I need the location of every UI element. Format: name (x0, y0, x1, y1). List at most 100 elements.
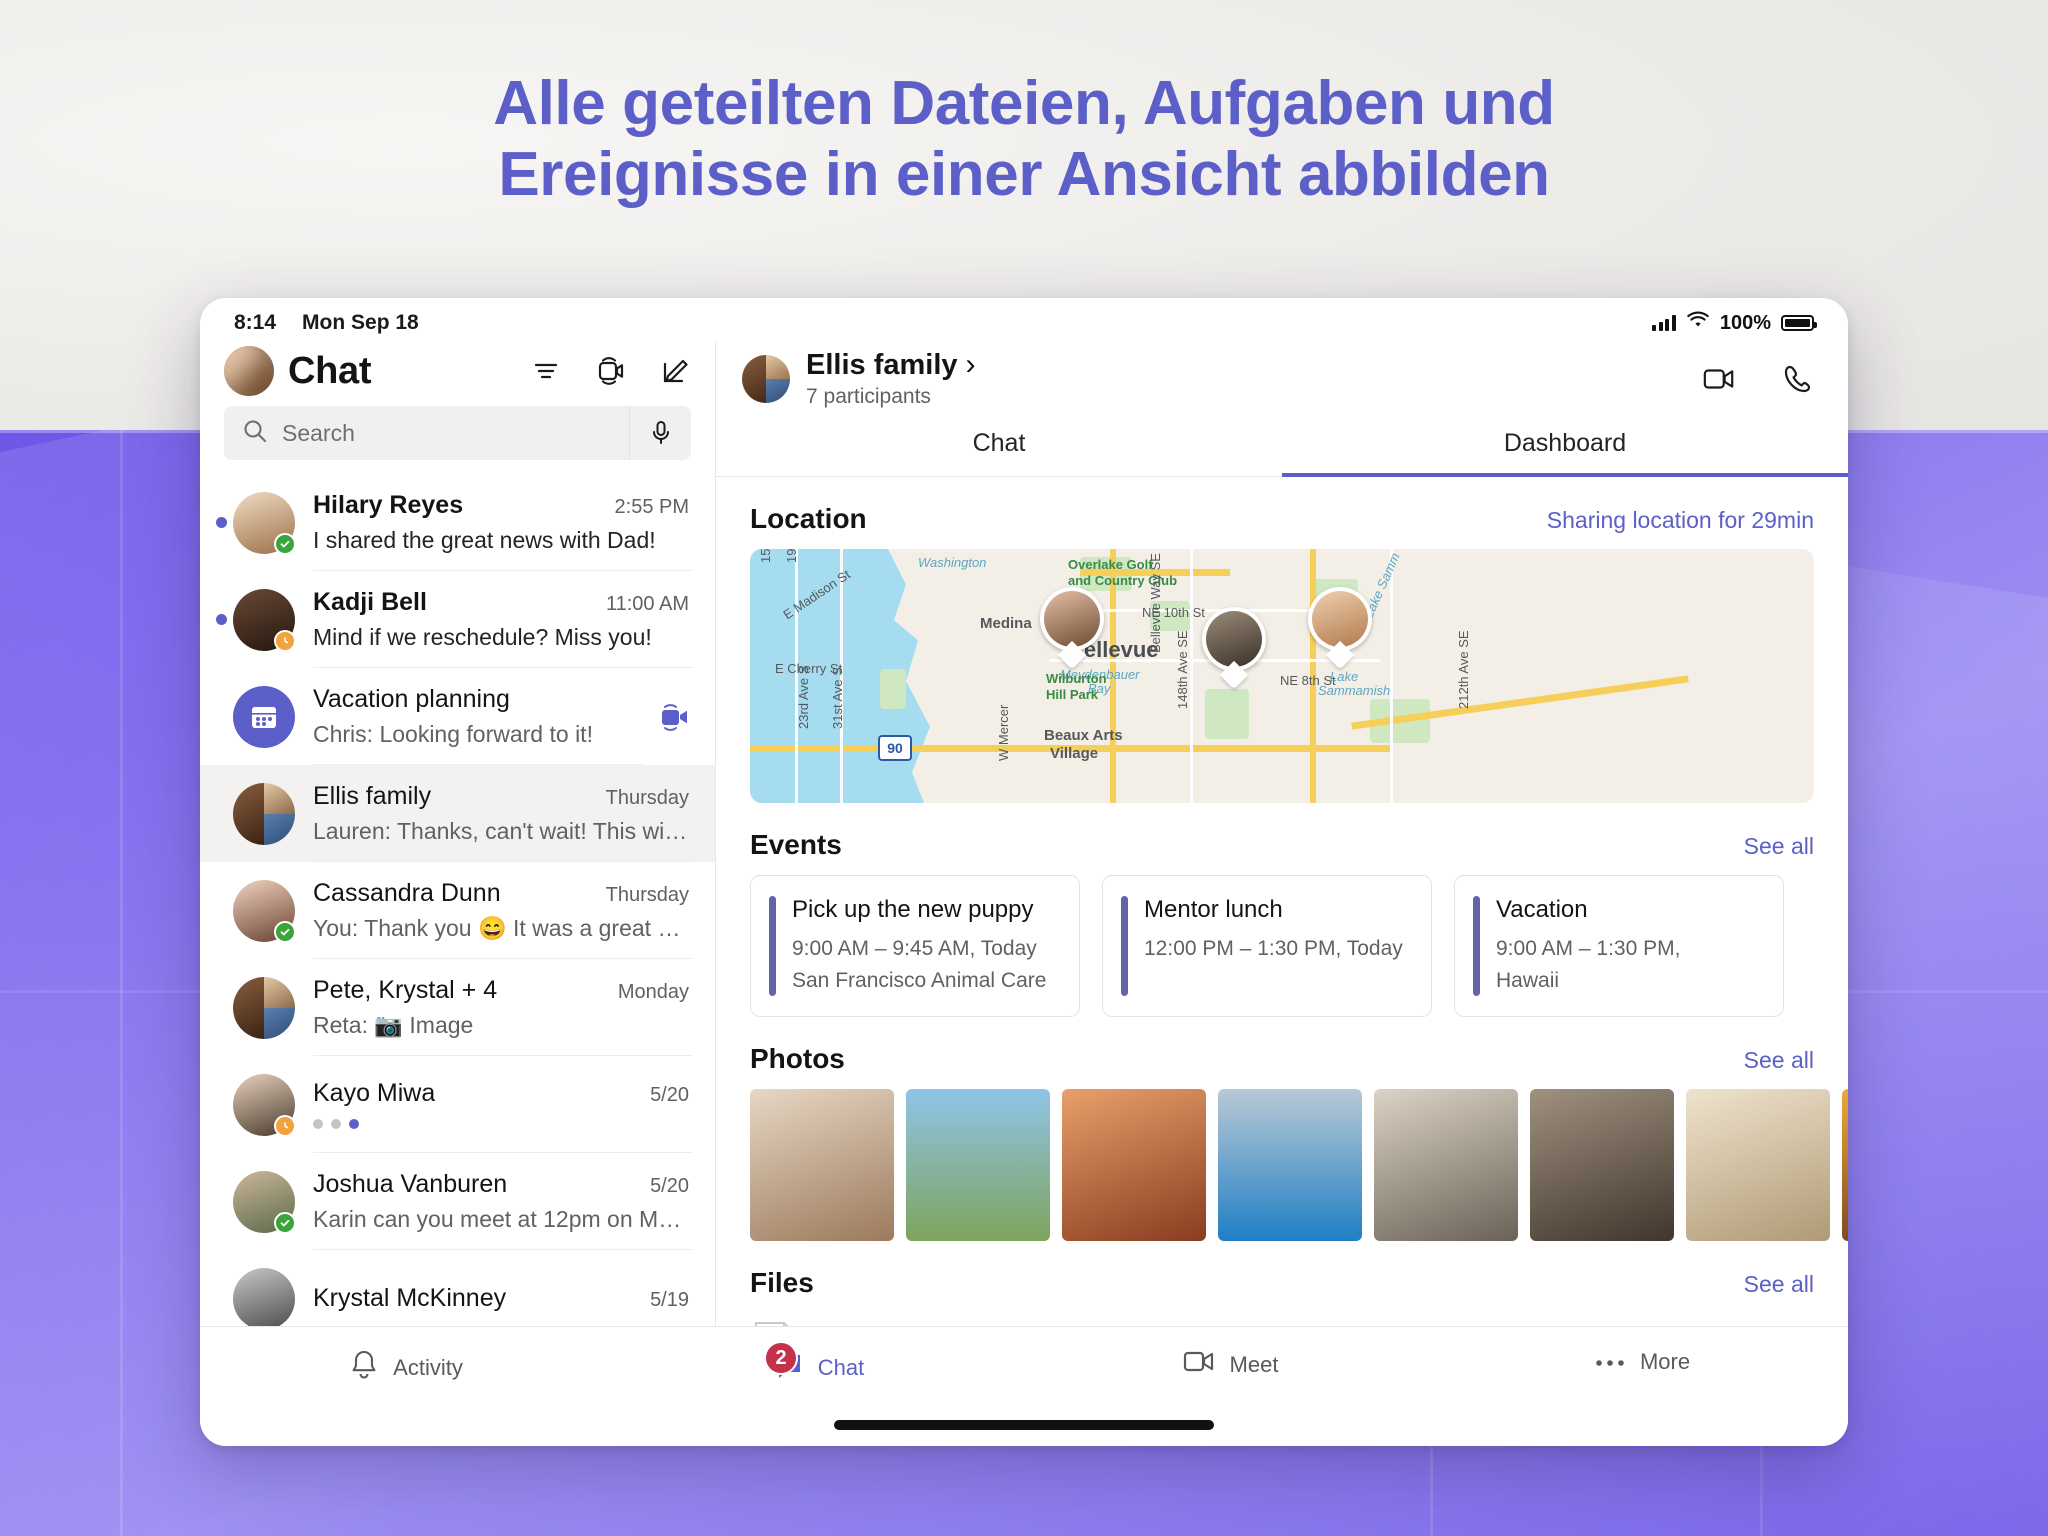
location-pin-avatar[interactable] (1040, 587, 1104, 670)
chat-list-item[interactable]: Kadji Bell 11:00 AM Mind if we reschedule?… (200, 571, 715, 668)
map-label-washington: Washington (918, 555, 987, 570)
photo-thumbnail[interactable] (1062, 1089, 1206, 1241)
headline-line-2: Ereignisse in einer Ansicht abbilden (498, 140, 1550, 210)
chat-item-text: Kayo Miwa 5/20 (313, 1056, 693, 1153)
avatar[interactable] (233, 491, 296, 555)
event-body: Mentor lunch 12:00 PM – 1:30 PM, Today (1144, 896, 1403, 996)
location-map[interactable]: Washington Medina Bellevue Meydenbauer B… (750, 549, 1814, 803)
photo-thumbnail[interactable] (1530, 1089, 1674, 1241)
highway-90-shield: 90 (878, 735, 912, 761)
event-body: Vacation 9:00 AM – 1:30 PM, Hawaii (1496, 896, 1680, 996)
nav-badge: 2 (764, 1341, 798, 1375)
avatar[interactable] (233, 1267, 295, 1326)
avatar[interactable] (742, 354, 790, 403)
event-accent-bar (769, 896, 776, 996)
tab-label: Dashboard (1503, 429, 1627, 457)
avatar[interactable] (233, 879, 296, 943)
map-label-medina: Medina (980, 615, 1032, 632)
nav-label: More (1639, 1349, 1691, 1374)
chat-list-item[interactable]: Hilary Reyes 2:55 PM I shared the great ne… (200, 474, 715, 571)
participant-count: 7 participants (806, 385, 931, 408)
chat-item-preview: You: Thank you 😄 It was a great prese... (313, 914, 689, 941)
audio-call-icon[interactable] (1780, 362, 1814, 396)
nav-item-chat[interactable]: 2 Chat (612, 1341, 1024, 1387)
avatar[interactable] (224, 346, 274, 396)
event-card[interactable]: Vacation 9:00 AM – 1:30 PM, Hawaii (1454, 875, 1784, 1017)
location-pin-avatar[interactable] (1308, 587, 1372, 670)
chevron-right-icon: › (965, 348, 976, 381)
map-label-15th-ave: 15th Ave (758, 549, 773, 563)
map-label-31st-ave: 31st Ave S (830, 667, 845, 729)
chat-item-top-row: Joshua Vanburen 5/20 (313, 1170, 689, 1199)
event-card[interactable]: Pick up the new puppy 9:00 AM – 9:45 AM, … (750, 875, 1080, 1017)
nav-item-meet[interactable]: Meet (1024, 1349, 1436, 1381)
chat-list-item[interactable]: Ellis family Thursday Lauren: Thanks, can'… (200, 765, 715, 862)
event-card[interactable]: Mentor lunch 12:00 PM – 1:30 PM, Today (1102, 875, 1432, 1017)
chat-list-item[interactable]: Cassandra Dunn Thursday You: Thank you 😄 I… (200, 862, 715, 959)
events-see-all-link[interactable]: See all (1744, 833, 1814, 860)
chat-item-name: Kayo Miwa (313, 1079, 436, 1107)
chat-list-header: Chat (200, 342, 715, 406)
files-see-all-link[interactable]: See all (1744, 1271, 1814, 1298)
tab-chat[interactable]: Chat (716, 415, 1282, 476)
photos-list[interactable] (716, 1089, 1848, 1241)
avatar[interactable] (233, 685, 295, 748)
photo-thumbnail[interactable] (750, 1089, 894, 1241)
chat-list[interactable]: Hilary Reyes 2:55 PM I shared the great ne… (200, 474, 715, 1326)
event-time: 12:00 PM – 1:30 PM, Today (1144, 937, 1403, 960)
tab-label: Chat (972, 429, 1026, 457)
unread-indicator (216, 614, 227, 625)
bell-icon (349, 1349, 379, 1387)
conversation-tabs[interactable]: Chat Dashboard (716, 415, 1848, 477)
photo-thumbnail[interactable] (1218, 1089, 1362, 1241)
avatar[interactable] (233, 782, 295, 845)
wifi-icon (1686, 311, 1710, 335)
chat-list-item[interactable]: Kayo Miwa 5/20 (200, 1056, 715, 1153)
tab-dashboard[interactable]: Dashboard (1282, 415, 1848, 477)
chat-item-timestamp: 5/20 (650, 1084, 689, 1106)
events-list[interactable]: Pick up the new puppy 9:00 AM – 9:45 AM, … (716, 875, 1848, 1017)
photo-thumbnail[interactable] (1842, 1089, 1848, 1241)
avatar[interactable] (233, 588, 296, 652)
photo-thumbnail[interactable] (906, 1089, 1050, 1241)
avatar[interactable] (233, 976, 295, 1039)
photo-thumbnail[interactable] (1686, 1089, 1830, 1241)
compose-icon[interactable] (657, 354, 691, 388)
camera-icon (1182, 1349, 1216, 1381)
search-input[interactable]: Search (224, 406, 629, 460)
photo-thumbnail[interactable] (1374, 1089, 1518, 1241)
app-body: Chat Search Hilary Reyes 2:55 PM I share… (200, 342, 1848, 1326)
nav-item-more[interactable]: More (1436, 1349, 1848, 1375)
conversation-title-row[interactable]: Ellis family › (806, 348, 976, 382)
chat-item-preview: Reta: 📷 Image (313, 1011, 474, 1038)
meet-now-icon[interactable] (593, 354, 627, 388)
photos-section-header: Photos See all (716, 1017, 1848, 1089)
chat-list-item[interactable]: Pete, Krystal + 4 Monday Reta: 📷 Image (200, 959, 715, 1056)
location-section-header: Location Sharing location for 29min (716, 477, 1848, 549)
chat-list-item[interactable]: Krystal McKinney 5/19 (200, 1250, 715, 1326)
chat-item-timestamp: Thursday (605, 786, 689, 809)
chat-list-item[interactable]: Joshua Vanburen 5/20 Karin can you meet at… (200, 1153, 715, 1250)
avatar[interactable] (233, 1073, 296, 1137)
conversation-header: Ellis family › 7 participants (716, 342, 1848, 415)
chat-item-name: Pete, Krystal + 4 (313, 975, 498, 1004)
chat-list-actions (529, 354, 691, 388)
chat-item-preview: Lauren: Thanks, can't wait! This will b.… (313, 817, 689, 844)
microphone-icon[interactable] (629, 406, 691, 460)
chat-list-item[interactable]: Vacation planning Chris: Looking forward … (200, 668, 715, 765)
nav-item-activity[interactable]: Activity (200, 1349, 612, 1387)
chat-item-timestamp: Monday (617, 980, 689, 1003)
section-title-events: Events (750, 829, 842, 860)
chat-item-timestamp: 5/19 (650, 1289, 689, 1311)
video-call-icon[interactable] (657, 703, 693, 731)
sharing-location-link[interactable]: Sharing location for 29min (1547, 507, 1814, 534)
chat-item-timestamp: 11:00 AM (605, 592, 689, 615)
event-title: Pick up the new puppy (792, 896, 1034, 923)
status-bar-left: 8:14 Mon Sep 18 (234, 311, 419, 335)
avatar[interactable] (233, 1170, 296, 1234)
video-call-icon[interactable] (1702, 362, 1736, 396)
filter-icon[interactable] (529, 354, 563, 388)
location-pin-avatar[interactable] (1202, 607, 1266, 690)
photos-see-all-link[interactable]: See all (1744, 1047, 1814, 1074)
chat-item-name: Krystal McKinney (313, 1284, 507, 1312)
